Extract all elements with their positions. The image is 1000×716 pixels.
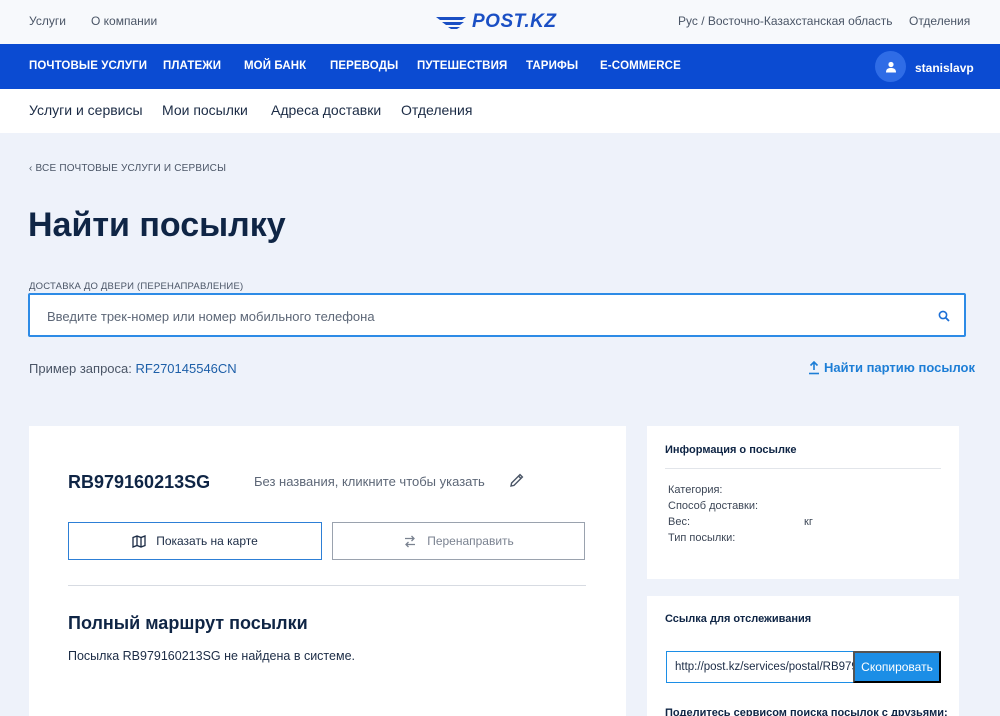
search-input[interactable] bbox=[47, 306, 907, 326]
logo-wings-icon bbox=[436, 17, 466, 29]
nav-tariffs[interactable]: ТАРИФЫ bbox=[526, 60, 578, 72]
region-selector[interactable]: Рус / Восточно-Казахстанская область bbox=[678, 14, 893, 28]
find-batch-link[interactable]: Найти партию посылок bbox=[808, 360, 975, 375]
find-batch-label: Найти партию посылок bbox=[824, 360, 975, 375]
username[interactable]: stanislavp bbox=[915, 61, 974, 75]
logo-text: POST.KZ bbox=[472, 11, 557, 32]
back-link-label: ВСЕ ПОЧТОВЫЕ УСЛУГИ И СЕРВИСЫ bbox=[35, 163, 227, 174]
subnav-branches[interactable]: Отделения bbox=[401, 102, 472, 118]
redirect-button[interactable]: Перенаправить bbox=[332, 522, 585, 560]
subnav-delivery-addresses[interactable]: Адреса доставки bbox=[271, 102, 381, 118]
divider bbox=[68, 585, 586, 586]
info-type-label: Тип посылки: bbox=[668, 532, 736, 544]
info-weight-unit: кг bbox=[804, 516, 813, 528]
search-label: ДОСТАВКА ДО ДВЕРИ (ПЕРЕНАПРАВЛЕНИЕ) bbox=[29, 281, 244, 292]
tracking-link-title: Ссылка для отслеживания bbox=[665, 613, 812, 625]
nav-my-bank[interactable]: МОЙ БАНК bbox=[244, 60, 306, 72]
info-category-label: Категория: bbox=[668, 484, 723, 496]
page-title: Найти посылку bbox=[28, 206, 286, 244]
copy-button[interactable]: Скопировать bbox=[853, 651, 941, 683]
info-delivery-label: Способ доставки: bbox=[668, 500, 759, 512]
nav-transfers[interactable]: ПЕРЕВОДЫ bbox=[330, 60, 398, 72]
redirect-arrows-icon bbox=[405, 535, 416, 547]
subnav-my-parcels[interactable]: Мои посылки bbox=[162, 102, 248, 118]
main-nav: ПОЧТОВЫЕ УСЛУГИ ПЛАТЕЖИ МОЙ БАНК ПЕРЕВОД… bbox=[0, 44, 1000, 89]
sub-nav: Услуги и сервисы Мои посылки Адреса дост… bbox=[0, 89, 1000, 133]
show-on-map-button[interactable]: Показать на карте bbox=[68, 522, 322, 560]
example-code[interactable]: RF270145546CN bbox=[136, 361, 237, 376]
tracking-url: http://post.kz/services/postal/RB9791602… bbox=[675, 661, 854, 673]
nav-travel[interactable]: ПУТЕШЕСТВИЯ bbox=[417, 60, 507, 72]
topbar-link-about[interactable]: О компании bbox=[91, 14, 157, 28]
nav-payments[interactable]: ПЛАТЕЖИ bbox=[163, 60, 221, 72]
user-icon bbox=[885, 61, 896, 72]
back-link[interactable]: ‹ ВСЕ ПОЧТОВЫЕ УСЛУГИ И СЕРВИСЫ bbox=[29, 163, 226, 174]
top-bar: Услуги О компании POST.KZ Рус / Восточно… bbox=[0, 0, 1000, 44]
upload-icon bbox=[809, 360, 819, 374]
nav-ecommerce[interactable]: E-COMMERCE bbox=[600, 60, 681, 72]
pencil-icon[interactable] bbox=[509, 472, 525, 493]
share-text: Поделитесь сервисом поиска посылок с дру… bbox=[665, 707, 948, 716]
example-prefix: Пример запроса: bbox=[29, 361, 132, 376]
info-divider bbox=[665, 468, 941, 469]
example-query: Пример запроса: RF270145546CN bbox=[29, 361, 237, 376]
redirect-label: Перенаправить bbox=[427, 534, 514, 548]
track-number: RB979160213SG bbox=[68, 472, 211, 492]
post-kz-logo[interactable]: POST.KZ bbox=[436, 10, 556, 34]
topbar-link-branches[interactable]: Отделения bbox=[909, 14, 970, 28]
subnav-services[interactable]: Услуги и сервисы bbox=[29, 102, 143, 118]
route-title: Полный маршрут посылки bbox=[68, 613, 308, 633]
topbar-link-services[interactable]: Услуги bbox=[29, 14, 66, 28]
map-icon bbox=[132, 534, 146, 548]
route-message: Посылка RB979160213SG не найдена в систе… bbox=[68, 649, 355, 663]
tracking-url-field[interactable]: http://post.kz/services/postal/RB9791602… bbox=[666, 651, 854, 683]
search-box bbox=[28, 293, 966, 337]
chevron-left-icon: ‹ bbox=[29, 163, 33, 174]
search-icon[interactable] bbox=[938, 309, 950, 327]
user-avatar[interactable] bbox=[875, 51, 906, 82]
info-weight-label: Вес: bbox=[668, 516, 691, 528]
parcel-card bbox=[29, 426, 626, 716]
nav-postal-services[interactable]: ПОЧТОВЫЕ УСЛУГИ bbox=[29, 60, 147, 72]
parcel-name-hint[interactable]: Без названия, кликните чтобы указать bbox=[254, 474, 485, 489]
show-on-map-label: Показать на карте bbox=[156, 534, 258, 548]
info-title: Информация о посылке bbox=[665, 444, 797, 456]
